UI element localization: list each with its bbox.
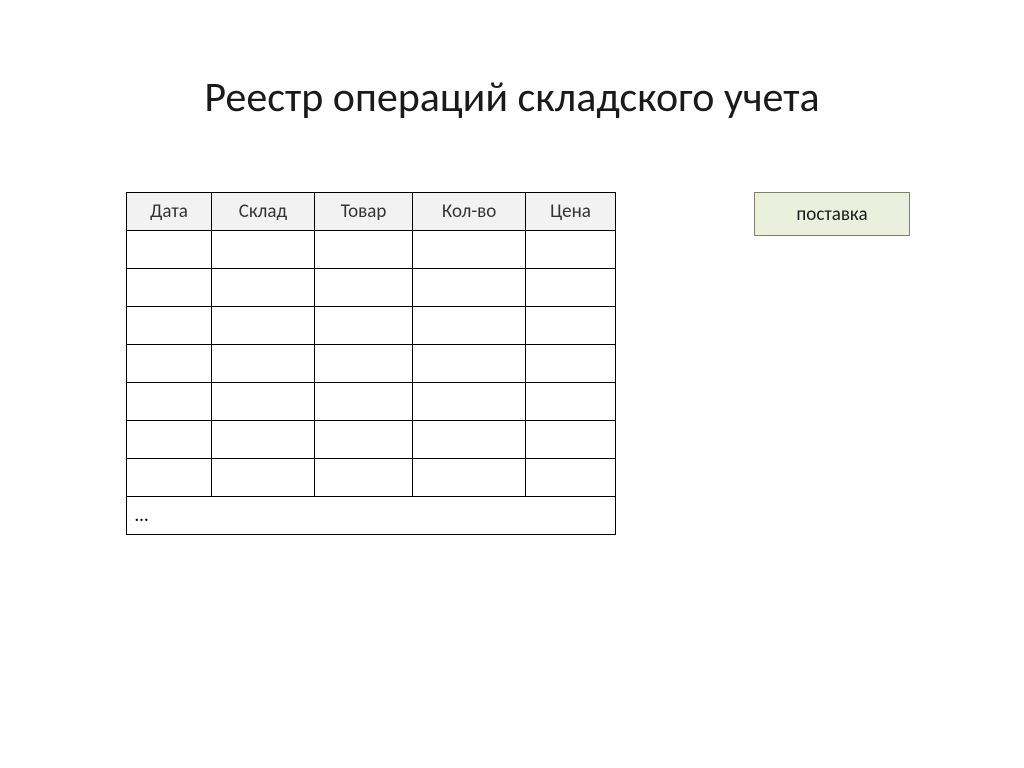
- table-cell: [526, 459, 616, 497]
- table-cell: [526, 421, 616, 459]
- table-cell: [127, 383, 212, 421]
- table-cell: [314, 459, 412, 497]
- page-title: Реестр операций складского учета: [0, 72, 1024, 123]
- table-row: [127, 421, 616, 459]
- table-cell: [413, 383, 526, 421]
- col-product: Товар: [314, 193, 412, 231]
- table-cell: [413, 345, 526, 383]
- table-cell: [127, 345, 212, 383]
- operations-table: Дата Склад Товар Кол-во Цена …: [126, 192, 616, 535]
- table-cell: [314, 421, 412, 459]
- table-cell: [413, 269, 526, 307]
- table-cell: [127, 459, 212, 497]
- operations-table-container: Дата Склад Товар Кол-во Цена …: [126, 192, 616, 535]
- table-cell: [212, 421, 315, 459]
- table-cell: [127, 269, 212, 307]
- table-cell: [314, 345, 412, 383]
- table-cell: [212, 383, 315, 421]
- table-row: [127, 307, 616, 345]
- table-cell: [526, 231, 616, 269]
- table-cell: [413, 307, 526, 345]
- table-row: [127, 459, 616, 497]
- table-cell: [212, 345, 315, 383]
- table-header-row: Дата Склад Товар Кол-во Цена: [127, 193, 616, 231]
- table-cell: [314, 307, 412, 345]
- col-date: Дата: [127, 193, 212, 231]
- table-cell: [413, 459, 526, 497]
- table-row: [127, 269, 616, 307]
- col-quantity: Кол-во: [413, 193, 526, 231]
- col-price: Цена: [526, 193, 616, 231]
- table-row: [127, 345, 616, 383]
- table-cell: [127, 307, 212, 345]
- table-cell: [526, 345, 616, 383]
- table-cell: [127, 421, 212, 459]
- table-cell: [526, 383, 616, 421]
- col-warehouse: Склад: [212, 193, 315, 231]
- table-ellipsis-cell: …: [127, 497, 616, 535]
- table-row-ellipsis: …: [127, 497, 616, 535]
- table-cell: [127, 231, 212, 269]
- supply-button-label: поставка: [796, 203, 867, 226]
- table-row: [127, 231, 616, 269]
- table-cell: [212, 459, 315, 497]
- table-row: [127, 383, 616, 421]
- table-cell: [212, 307, 315, 345]
- table-cell: [314, 231, 412, 269]
- table-cell: [212, 269, 315, 307]
- table-cell: [413, 421, 526, 459]
- table-cell: [526, 269, 616, 307]
- table-cell: [413, 231, 526, 269]
- table-cell: [212, 231, 315, 269]
- table-cell: [526, 307, 616, 345]
- table-cell: [314, 383, 412, 421]
- table-cell: [314, 269, 412, 307]
- supply-button[interactable]: поставка: [754, 192, 910, 236]
